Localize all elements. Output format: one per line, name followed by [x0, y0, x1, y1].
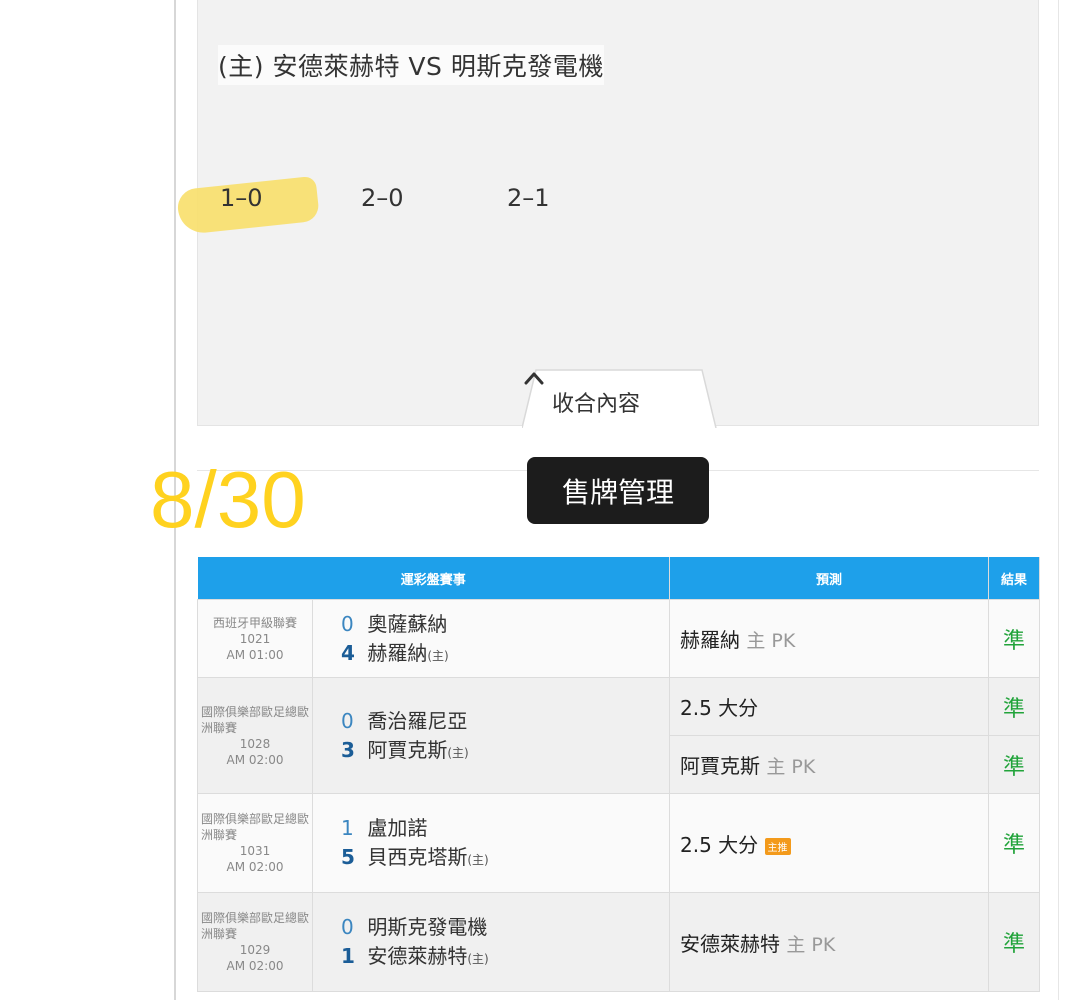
table-row: 西班牙甲級聯賽 1021 AM 01:00 0 奧薩蘇納 4 赫羅納(主) 赫羅… [197, 599, 1041, 678]
home-team-line: 5 貝西克塔斯(主) [341, 843, 668, 872]
home-tag: (主) [427, 648, 449, 663]
home-tag: (主) [467, 853, 489, 867]
away-team-name: 盧加諾 [367, 816, 428, 840]
header-prediction: 預測 [669, 557, 990, 600]
away-team-name: 明斯克發電機 [367, 915, 488, 939]
prediction-cell: 赫羅納 主 PK [669, 599, 990, 678]
prediction-cell: 2.5 大分 [669, 677, 990, 736]
away-score: 0 [341, 708, 354, 733]
result-cell: 準 [988, 892, 1041, 992]
prediction-results-table: 運彩盤賽事 預測 結果 西班牙甲級聯賽 1021 AM 01:00 0 奧薩蘇納… [197, 557, 1041, 992]
table-row: 國際俱樂部歐足總歐洲聯賽 1028 AM 02:00 0 喬治羅尼亞 3 阿賈克… [197, 677, 1041, 794]
away-team-line: 0 明斯克發電機 [341, 913, 668, 942]
away-score: 0 [341, 915, 354, 939]
collapse-content-button[interactable]: 收合內容 [522, 368, 717, 428]
match-code: 1028 [239, 736, 271, 751]
match-time: AM 02:00 [226, 752, 284, 767]
home-score: 4 [341, 640, 355, 665]
teams-cell: 0 奧薩蘇納 4 赫羅納(主) [311, 599, 671, 678]
home-team-name: 赫羅納 [367, 640, 428, 665]
result-cell: 準 [988, 599, 1041, 678]
match-time: AM 01:00 [226, 647, 284, 662]
score-option-3: 2–1 [507, 184, 550, 212]
league-cell: 國際俱樂部歐足總歐洲聯賽 1031 AM 02:00 [197, 793, 313, 893]
home-team-line: 1 安德萊赫特(主) [341, 942, 668, 971]
teams-cell: 1 盧加諾 5 貝西克塔斯(主) [311, 793, 671, 893]
match-code: 1029 [239, 943, 271, 957]
away-team-name: 喬治羅尼亞 [367, 708, 468, 733]
prediction-cell: 阿賈克斯 主 PK [669, 735, 990, 794]
prediction-cell: 安德萊赫特 主 PK [669, 892, 990, 992]
prediction-handicap: 主 PK [766, 756, 816, 778]
prediction-pick: 2.5 大分 [680, 832, 759, 857]
prediction-handicap: 主 PK [786, 933, 836, 956]
away-team-line: 0 奧薩蘇納 [341, 610, 668, 639]
away-team-line: 1 盧加諾 [341, 814, 668, 843]
home-score: 1 [341, 944, 355, 968]
match-time: AM 02:00 [226, 959, 284, 973]
result-cell: 準 [988, 677, 1041, 736]
match-code: 1031 [239, 844, 271, 858]
table-row: 國際俱樂部歐足總歐洲聯賽 1029 AM 02:00 0 明斯克發電機 1 安德… [197, 892, 1041, 992]
tooltip-popup[interactable]: 售牌管理 [527, 457, 709, 524]
league-cell: 西班牙甲級聯賽 1021 AM 01:00 [197, 599, 313, 678]
featured-pick-badge: 主推 [764, 837, 791, 855]
match-time: AM 02:00 [226, 860, 284, 874]
prediction-handicap: 主 PK [746, 630, 796, 652]
home-team-line: 3 阿賈克斯(主) [341, 736, 668, 765]
prediction-pick: 阿賈克斯 [680, 754, 761, 778]
league-cell: 國際俱樂部歐足總歐洲聯賽 1029 AM 02:00 [197, 892, 313, 992]
chevron-up-icon [524, 372, 544, 385]
away-score: 0 [341, 611, 354, 636]
result-cell: 準 [988, 735, 1041, 794]
away-team-name: 奧薩蘇納 [367, 611, 448, 636]
right-border-line [1058, 0, 1059, 1000]
home-team-line: 4 赫羅納(主) [341, 639, 668, 668]
prediction-pick: 赫羅納 [680, 628, 741, 652]
collapse-label: 收合內容 [552, 392, 641, 417]
league-name: 國際俱樂部歐足總歐洲聯賽 [201, 911, 310, 941]
home-team-name: 安德萊赫特 [367, 944, 468, 968]
league-cell: 國際俱樂部歐足總歐洲聯賽 1028 AM 02:00 [197, 677, 313, 794]
score-option-1: 1–0 [220, 184, 263, 212]
home-tag: (主) [467, 952, 489, 966]
match-code: 1021 [239, 631, 271, 646]
home-team-name: 貝西克塔斯 [367, 845, 468, 869]
header-result: 結果 [988, 557, 1041, 600]
away-team-line: 0 喬治羅尼亞 [341, 707, 668, 736]
result-cell: 準 [988, 793, 1041, 893]
prediction-cell: 2.5 大分 主推 [669, 793, 990, 893]
prediction-pick: 2.5 大分 [680, 696, 759, 720]
home-tag: (主) [447, 745, 469, 760]
league-name: 國際俱樂部歐足總歐洲聯賽 [201, 704, 310, 735]
header-match: 運彩盤賽事 [197, 557, 671, 600]
table-row: 國際俱樂部歐足總歐洲聯賽 1031 AM 02:00 1 盧加諾 5 貝西克塔斯… [197, 793, 1041, 893]
league-name: 國際俱樂部歐足總歐洲聯賽 [201, 812, 310, 842]
teams-cell: 0 明斯克發電機 1 安德萊赫特(主) [311, 892, 671, 992]
home-team-name: 阿賈克斯 [367, 737, 448, 762]
date-annotation: 8/30 [150, 455, 306, 544]
score-option-2: 2–0 [361, 184, 404, 212]
match-title: (主) 安德萊赫特 VS 明斯克發電機 [218, 45, 604, 85]
league-name: 西班牙甲級聯賽 [212, 615, 297, 630]
home-score: 3 [341, 737, 355, 762]
table-header-row: 運彩盤賽事 預測 結果 [197, 557, 1041, 600]
away-score: 1 [341, 816, 354, 840]
teams-cell: 0 喬治羅尼亞 3 阿賈克斯(主) [311, 677, 671, 794]
home-score: 5 [341, 845, 355, 869]
prediction-pick: 安德萊赫特 [680, 931, 781, 956]
